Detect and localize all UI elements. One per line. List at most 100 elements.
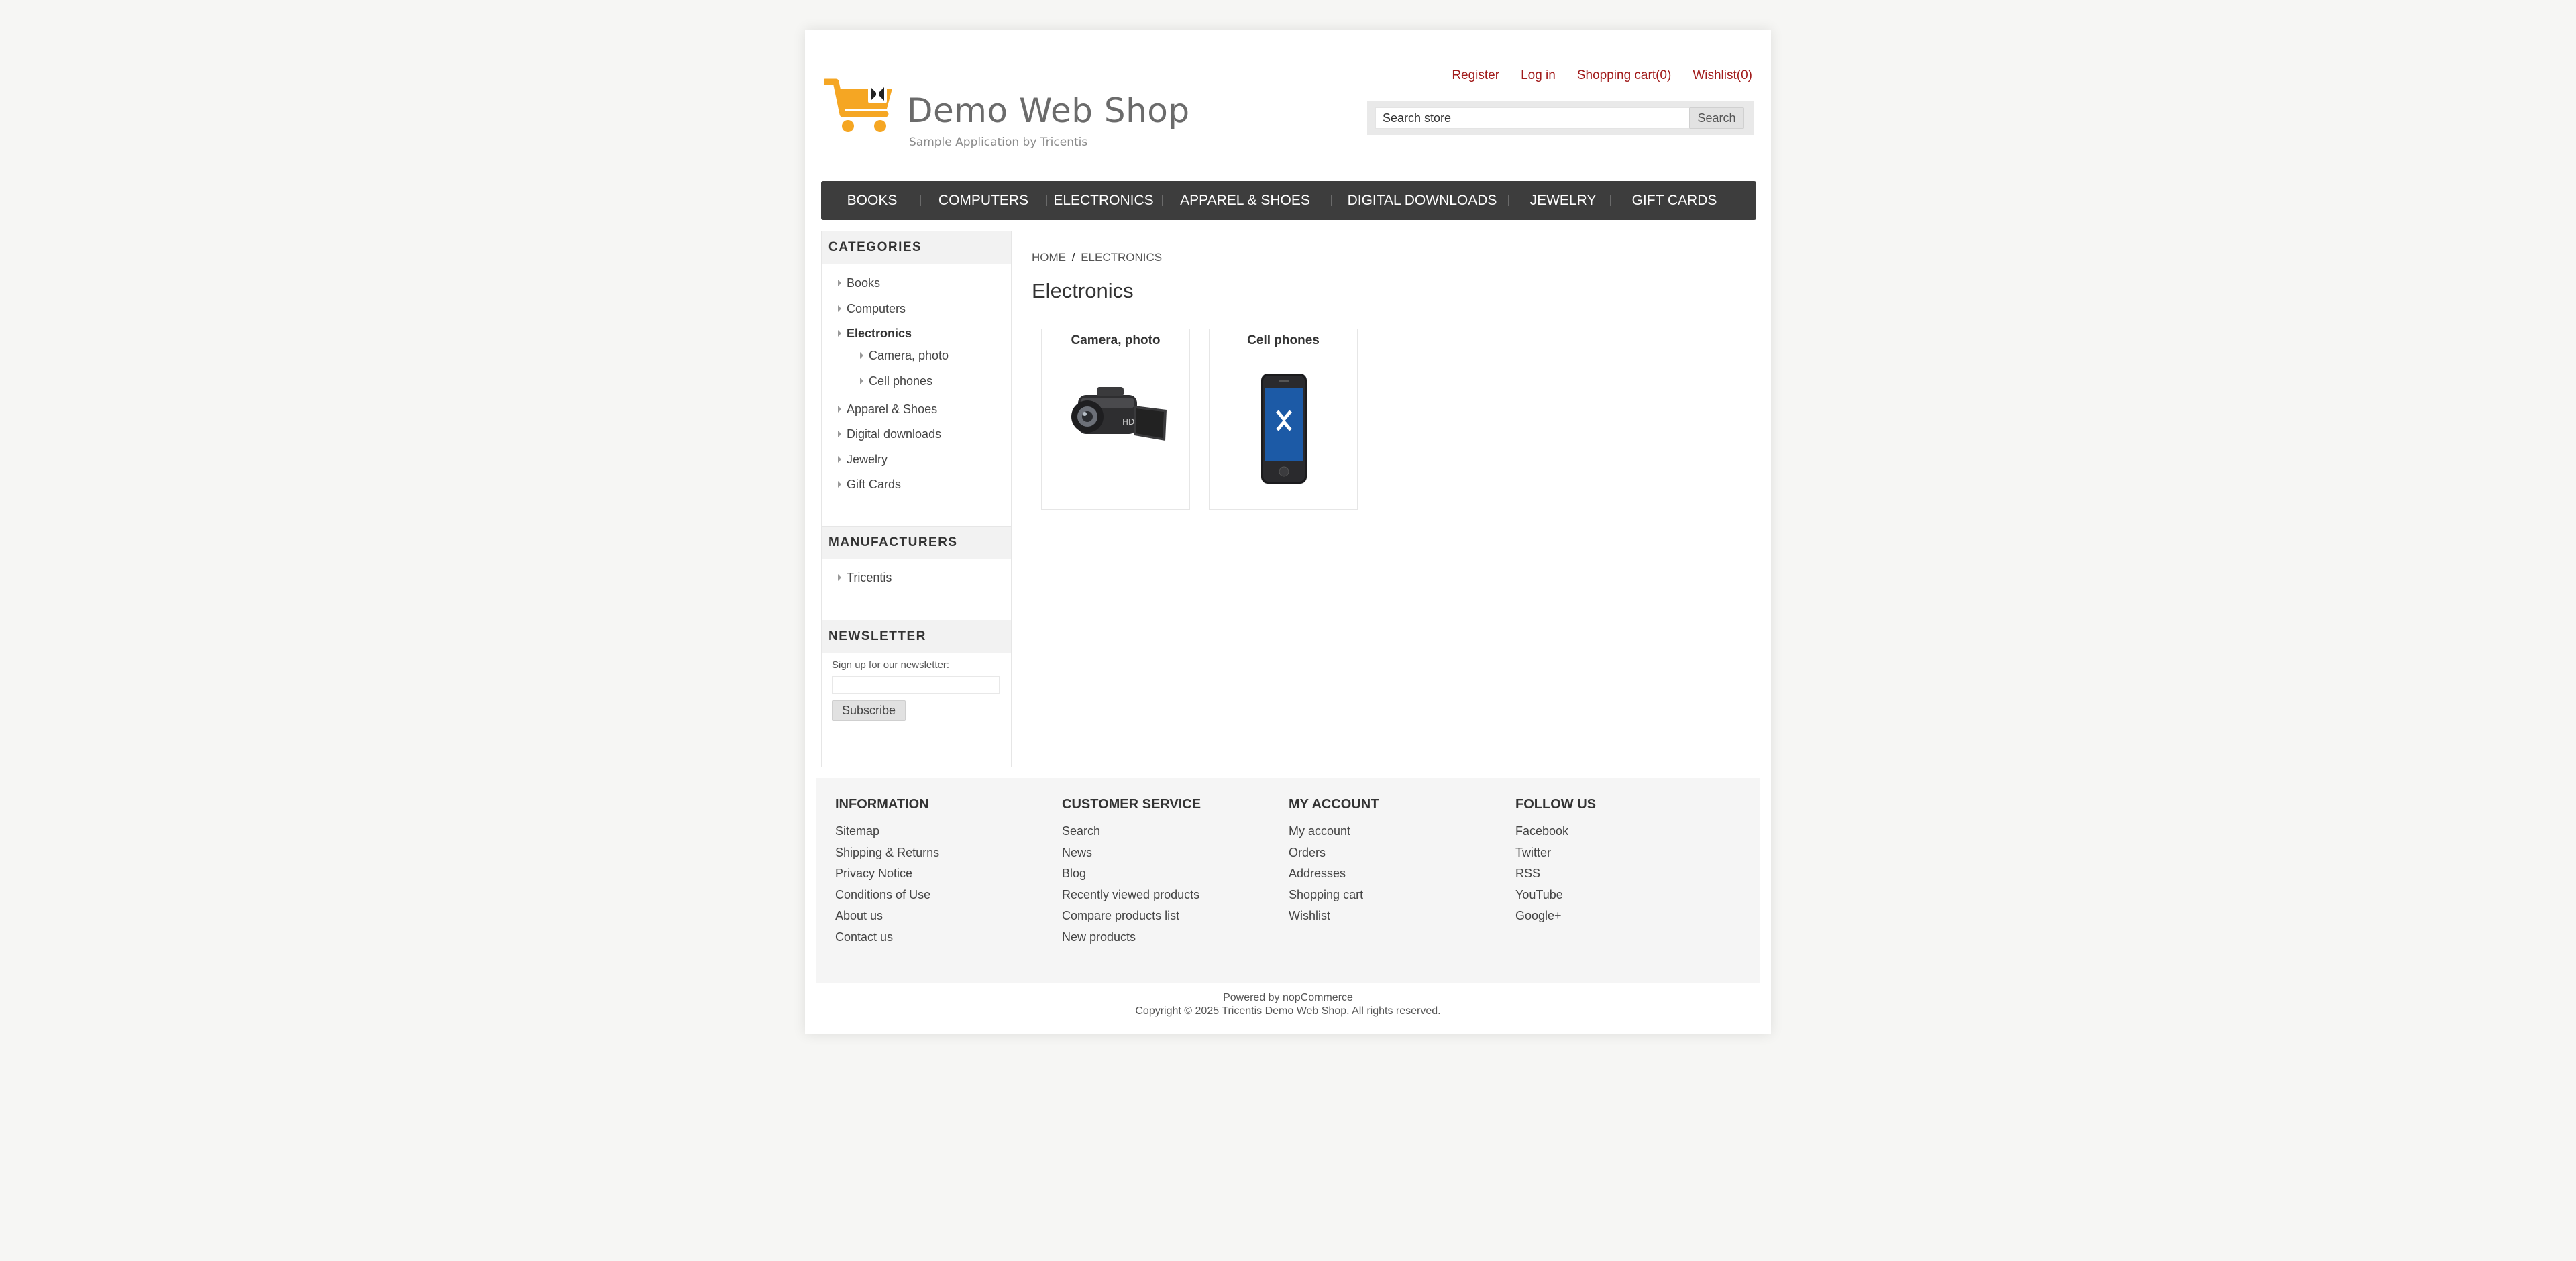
subcategory-title[interactable]: Camera, photo [1042,333,1189,348]
footer-link-google-plus[interactable]: Google+ [1515,909,1596,930]
category-apparel-shoes[interactable]: Apparel & Shoes [838,402,938,417]
menu-item-apparel-shoes[interactable]: APPAREL & SHOES [1171,181,1319,220]
header-links: Register Log in Shopping cart(0) Wishlis… [1452,68,1752,83]
footer-link-my-account[interactable]: My account [1289,824,1379,846]
category-books[interactable]: Books [838,276,881,290]
menu-separator [1331,195,1332,206]
breadcrumb-home[interactable]: HOME [1032,251,1066,264]
footer-link-blog[interactable]: Blog [1062,867,1201,888]
newsletter-email-field[interactable] [832,676,1000,694]
footer-heading: MY ACCOUNT [1289,797,1379,812]
breadcrumb-current: ELECTRONICS [1081,251,1163,264]
arrow-right-icon [838,456,841,463]
category-jewelry[interactable]: Jewelry [838,453,888,467]
footer-link-rss[interactable]: RSS [1515,867,1596,888]
menu-item-digital-downloads[interactable]: DIGITAL DOWNLOADS [1336,181,1508,220]
category-camera-photo[interactable]: Camera, photo [860,349,949,363]
newsletter-title: NEWSLETTER [822,620,1011,653]
manufacturers-block: MANUFACTURERS Tricentis [821,526,1012,633]
subcategory-title[interactable]: Cell phones [1210,333,1357,348]
menu-item-jewelry[interactable]: JEWELRY [1516,181,1610,220]
manufacturers-title: MANUFACTURERS [822,527,1011,559]
footer-link-orders[interactable]: Orders [1289,846,1379,867]
arrow-right-icon [860,378,863,384]
breadcrumb: HOME / ELECTRONICS [1032,251,1162,264]
logo-subtitle: Sample Application by Tricentis [909,135,1088,149]
footer-powered-by: Powered by nopCommerce Copyright © 2025 … [805,991,1771,1018]
footer-link-news[interactable]: News [1062,846,1201,867]
arrow-right-icon [838,431,841,437]
category-computers[interactable]: Computers [838,302,906,316]
arrow-right-icon [838,406,841,413]
register-link[interactable]: Register [1452,68,1499,83]
footer-customer-service: CUSTOMER SERVICE Search News Blog Recent… [1062,797,1201,951]
cell-phone-image[interactable] [1257,372,1311,486]
footer-link-about-us[interactable]: About us [835,909,939,930]
footer-link-shopping-cart[interactable]: Shopping cart [1289,888,1379,910]
site-logo[interactable]: Demo Web Shop Sample Application by Tric… [824,66,1189,160]
footer-link-new-products[interactable]: New products [1062,930,1201,952]
footer-link-search[interactable]: Search [1062,824,1201,846]
arrow-right-icon [838,305,841,312]
newsletter-block: NEWSLETTER Sign up for our newsletter: S… [821,620,1012,767]
footer-link-privacy-notice[interactable]: Privacy Notice [835,867,939,888]
category-label: Apparel & Shoes [847,402,938,416]
footer-heading: INFORMATION [835,797,929,812]
footer-link-shipping-returns[interactable]: Shipping & Returns [835,846,939,867]
logo-title: Demo Web Shop [907,91,1190,130]
footer-link-addresses[interactable]: Addresses [1289,867,1379,888]
manufacturer-tricentis[interactable]: Tricentis [838,571,892,585]
footer-information: INFORMATION Sitemap Shipping & Returns P… [835,797,939,951]
menu-item-computers[interactable]: COMPUTERS [927,181,1040,220]
category-label: Digital downloads [847,427,942,441]
category-label: Cell phones [869,374,933,388]
shopping-cart-link[interactable]: Shopping cart(0) [1577,68,1671,83]
categories-title: CATEGORIES [822,231,1011,264]
category-electronics[interactable]: Electronics [838,327,912,341]
menu-item-gift-cards[interactable]: GIFT CARDS [1621,181,1728,220]
camcorder-image[interactable]: HD [1059,371,1173,451]
category-digital-downloads[interactable]: Digital downloads [838,427,942,441]
svg-text:HD: HD [1122,417,1134,427]
login-link[interactable]: Log in [1521,68,1556,83]
footer-link-youtube[interactable]: YouTube [1515,888,1596,910]
category-gift-cards[interactable]: Gift Cards [838,478,902,492]
category-label: Jewelry [847,453,888,466]
footer-link-compare-products[interactable]: Compare products list [1062,909,1201,930]
top-menu: BOOKS COMPUTERS ELECTRONICS APPAREL & SH… [821,181,1756,220]
search-box: Search [1367,101,1754,135]
page-container: Demo Web Shop Sample Application by Tric… [805,30,1771,1034]
powered-by-text[interactable]: Powered by nopCommerce [805,991,1771,1005]
arrow-right-icon [838,280,841,286]
footer-link-wishlist[interactable]: Wishlist [1289,909,1379,930]
menu-item-books[interactable]: BOOKS [835,181,910,220]
menu-separator [1046,195,1047,206]
search-button[interactable]: Search [1689,107,1744,129]
subscribe-button[interactable]: Subscribe [832,700,906,721]
category-cell-phones[interactable]: Cell phones [860,374,933,388]
menu-separator [1508,195,1509,206]
category-label: Gift Cards [847,478,902,491]
category-label: Books [847,276,881,290]
menu-item-electronics[interactable]: ELECTRONICS [1052,181,1155,220]
arrow-right-icon [860,352,863,359]
search-input[interactable] [1375,107,1690,129]
footer-link-conditions-of-use[interactable]: Conditions of Use [835,888,939,910]
newsletter-text: Sign up for our newsletter: [832,659,950,671]
menu-separator [920,195,921,206]
footer-link-recently-viewed[interactable]: Recently viewed products [1062,888,1201,910]
footer-link-contact-us[interactable]: Contact us [835,930,939,952]
footer-follow-us: FOLLOW US Facebook Twitter RSS YouTube G… [1515,797,1596,930]
category-label: Computers [847,302,906,315]
menu-separator [1610,195,1611,206]
subcategory-cell-phones[interactable]: Cell phones [1209,329,1358,510]
footer-link-facebook[interactable]: Facebook [1515,824,1596,846]
footer-link-twitter[interactable]: Twitter [1515,846,1596,867]
wishlist-link[interactable]: Wishlist(0) [1693,68,1752,83]
manufacturer-label: Tricentis [847,571,892,584]
categories-block: CATEGORIES Books Computers Electronics C… [821,231,1012,539]
subcategory-camera-photo[interactable]: Camera, photo HD [1041,329,1190,510]
footer: INFORMATION Sitemap Shipping & Returns P… [816,778,1760,983]
footer-link-sitemap[interactable]: Sitemap [835,824,939,846]
copyright-text: Copyright © 2025 Tricentis Demo Web Shop… [1135,1005,1441,1017]
